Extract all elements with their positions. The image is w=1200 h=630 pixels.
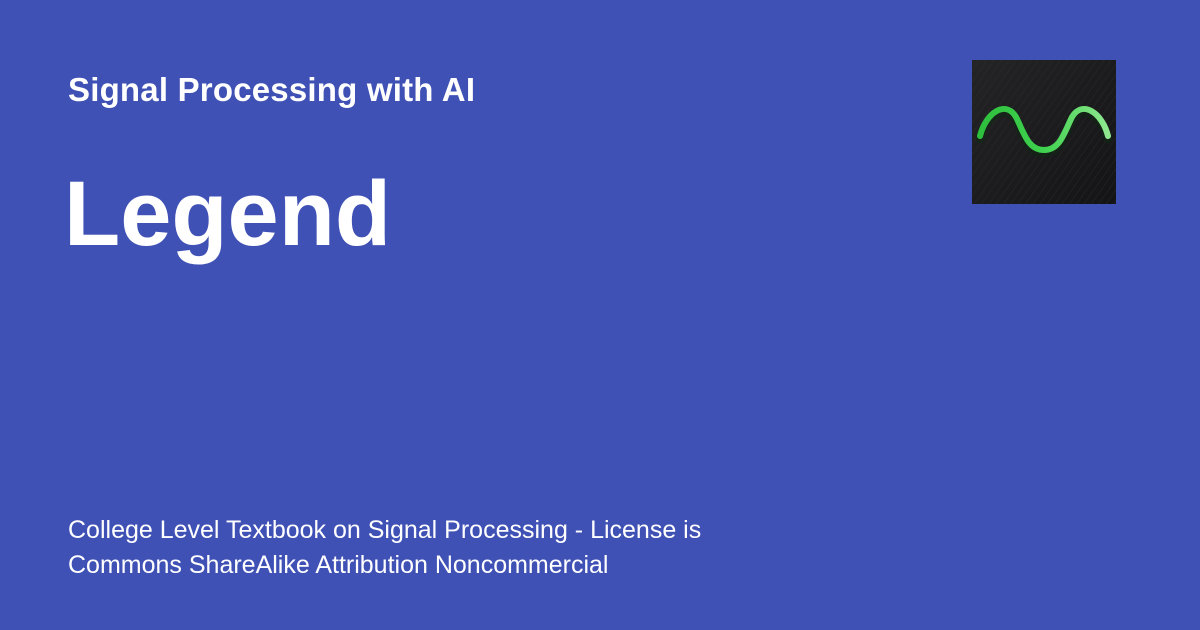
description-line: Commons ShareAlike Attribution Noncommer… [68, 551, 609, 579]
description-line: College Level Textbook on Signal Process… [68, 516, 702, 544]
page-description: College Level Textbook on Signal Process… [68, 513, 828, 583]
social-card: Signal Processing with AI Legend College… [0, 0, 1200, 630]
site-name: Signal Processing with AI [68, 71, 476, 108]
site-logo [972, 60, 1116, 204]
sine-wave-icon [972, 60, 1116, 204]
page-title: Legend [64, 163, 392, 265]
